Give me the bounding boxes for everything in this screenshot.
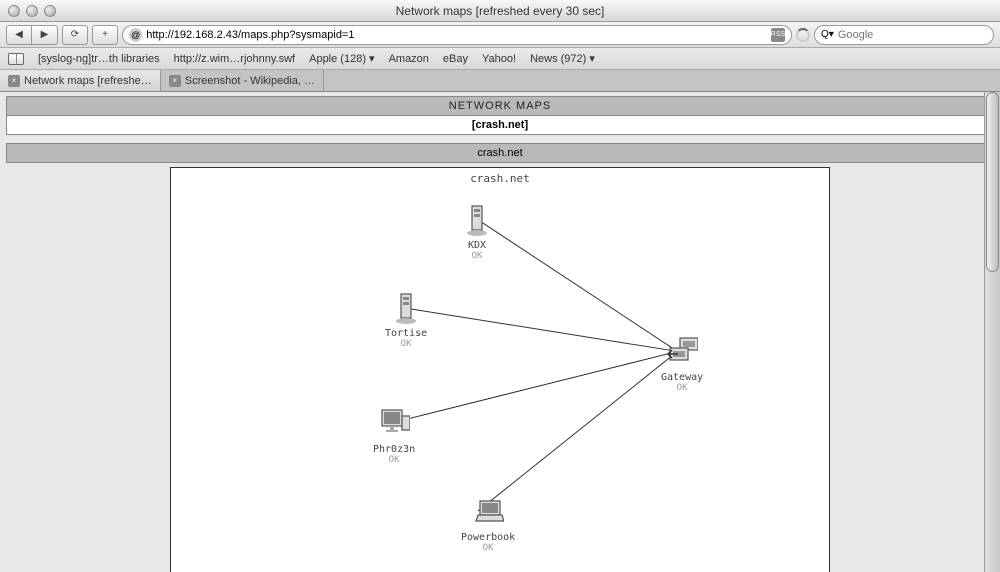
- window-controls: [0, 5, 56, 17]
- site-icon: @: [129, 28, 142, 42]
- page-content: NETWORK MAPS [crash.net] crash.net crash…: [0, 92, 1000, 572]
- tab-screenshot-wikipedia[interactable]: × Screenshot - Wikipedia, …: [161, 70, 324, 91]
- bookmarks-bar: [syslog-ng]tr…th libraries http://z.wim……: [0, 48, 1000, 70]
- bookmark-item[interactable]: [syslog-ng]tr…th libraries: [38, 53, 160, 65]
- network-icon: [666, 334, 698, 370]
- loading-spinner-icon: [796, 28, 810, 42]
- tab-label: Network maps [refreshe…: [24, 75, 152, 87]
- node-tortise[interactable]: TortiseOK: [385, 290, 427, 349]
- desktop-icon: [378, 406, 410, 442]
- node-label: Phr0z3n: [373, 444, 415, 455]
- node-status: OK: [461, 543, 515, 553]
- back-button[interactable]: ◀: [6, 25, 32, 45]
- url-input[interactable]: [146, 29, 767, 41]
- node-label: Tortise: [385, 328, 427, 339]
- bookmark-item[interactable]: Amazon: [389, 53, 429, 65]
- rss-icon[interactable]: RSS: [771, 28, 785, 42]
- node-kdx[interactable]: KDXOK: [461, 202, 493, 261]
- page-heading: NETWORK MAPS: [6, 96, 994, 116]
- node-status: OK: [461, 251, 493, 261]
- tab-label: Screenshot - Wikipedia, …: [185, 75, 315, 87]
- map-wrapper: crash.net KDXOKTortiseOKGatewayOKPhr0z3n…: [6, 167, 994, 572]
- node-status: OK: [373, 455, 415, 465]
- node-label: KDX: [461, 240, 493, 251]
- bookmark-item[interactable]: Apple (128) ▾: [309, 52, 374, 65]
- map-link[interactable]: [crash.net]: [472, 119, 528, 131]
- network-map: crash.net KDXOKTortiseOKGatewayOKPhr0z3n…: [170, 167, 830, 572]
- node-powerbook[interactable]: PowerbookOK: [461, 494, 515, 553]
- scroll-thumb[interactable]: [986, 92, 999, 272]
- bookmark-item[interactable]: eBay: [443, 53, 468, 65]
- map-link-bar: [crash.net]: [6, 116, 994, 135]
- map-name-heading: crash.net: [6, 143, 994, 163]
- add-bookmark-button[interactable]: +: [92, 25, 118, 45]
- tower-icon: [461, 202, 493, 238]
- tab-bar: × Network maps [refreshe… × Screenshot -…: [0, 70, 1000, 92]
- node-label: Gateway: [661, 372, 703, 383]
- window-title: Network maps [refreshed every 30 sec]: [396, 4, 605, 18]
- close-window-button[interactable]: [8, 5, 20, 17]
- node-gateway[interactable]: GatewayOK: [661, 334, 703, 393]
- laptop-icon: [472, 494, 504, 530]
- node-status: OK: [385, 339, 427, 349]
- close-tab-icon[interactable]: ×: [8, 75, 20, 87]
- node-label: Powerbook: [461, 532, 515, 543]
- zoom-window-button[interactable]: [44, 5, 56, 17]
- title-bar: Network maps [refreshed every 30 sec]: [0, 0, 1000, 22]
- vertical-scrollbar[interactable]: [984, 92, 1000, 572]
- browser-toolbar: ◀ ▶ ⟳ + @ RSS Q▾: [0, 22, 1000, 48]
- search-bar[interactable]: Q▾: [814, 25, 994, 45]
- search-icon: Q▾: [821, 29, 834, 40]
- bookmarks-menu-icon[interactable]: [8, 53, 24, 65]
- page-body: NETWORK MAPS [crash.net] crash.net crash…: [0, 92, 1000, 572]
- nav-buttons: ◀ ▶: [6, 25, 58, 45]
- reload-button[interactable]: ⟳: [62, 25, 88, 45]
- search-input[interactable]: [838, 29, 987, 41]
- close-tab-icon[interactable]: ×: [169, 75, 181, 87]
- tab-network-maps[interactable]: × Network maps [refreshe…: [0, 70, 161, 91]
- forward-button[interactable]: ▶: [32, 25, 58, 45]
- address-bar[interactable]: @ RSS: [122, 25, 792, 45]
- node-status: OK: [661, 383, 703, 393]
- bookmark-item[interactable]: Yahoo!: [482, 53, 516, 65]
- node-phr0z3n[interactable]: Phr0z3nOK: [373, 406, 415, 465]
- tower-icon: [390, 290, 422, 326]
- browser-window: Network maps [refreshed every 30 sec] ◀ …: [0, 0, 1000, 572]
- minimize-window-button[interactable]: [26, 5, 38, 17]
- bookmark-item[interactable]: http://z.wim…rjohnny.swf: [174, 53, 295, 65]
- bookmark-item[interactable]: News (972) ▾: [530, 52, 595, 65]
